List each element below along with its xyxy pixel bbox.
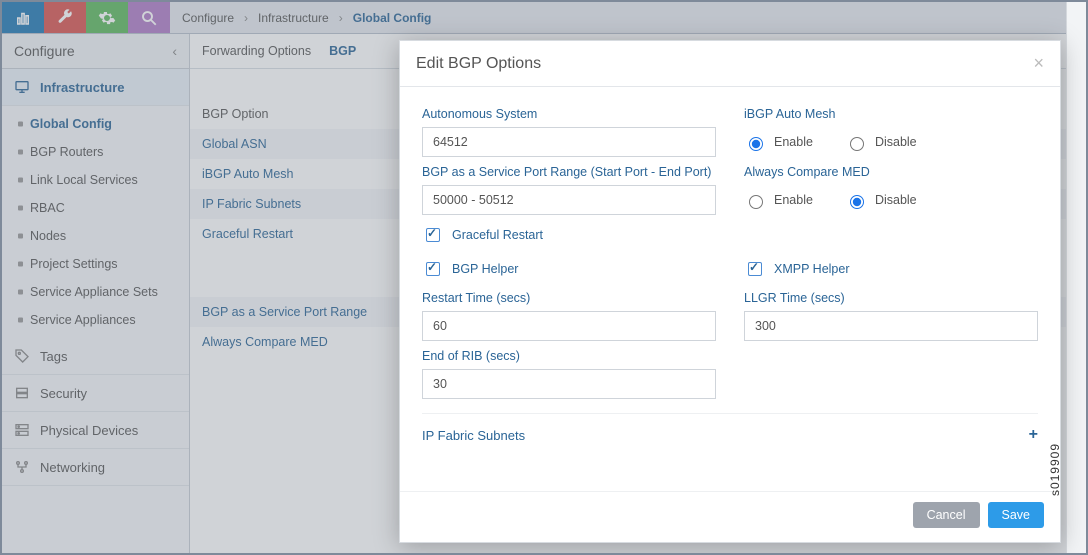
close-icon[interactable]: × (1033, 53, 1044, 74)
field-label: Always Compare MED (744, 165, 1038, 179)
port-range-input[interactable] (422, 185, 716, 215)
ibgp-disable-radio[interactable]: Disable (845, 134, 917, 151)
ip-fabric-subnets-section: IP Fabric Subnets + (422, 413, 1038, 452)
end-rib-input[interactable] (422, 369, 716, 399)
radio-label: Disable (875, 135, 917, 149)
field-label: BGP as a Service Port Range (Start Port … (422, 165, 716, 179)
ibgp-enable-radio[interactable]: Enable (744, 134, 813, 151)
field-label: Autonomous System (422, 107, 716, 121)
add-subnet-icon[interactable]: + (1029, 426, 1038, 444)
modal-body: Autonomous System iBGP Auto Mesh Enable … (400, 87, 1060, 491)
xmpp-helper-checkbox[interactable]: XMPP Helper (744, 259, 850, 279)
llgr-time-input[interactable] (744, 311, 1038, 341)
radio-label: Disable (875, 193, 917, 207)
checkbox-label: XMPP Helper (774, 262, 850, 276)
right-gutter (1066, 2, 1086, 553)
modal-title: Edit BGP Options (416, 55, 541, 73)
save-button[interactable]: Save (988, 502, 1045, 528)
med-disable-radio[interactable]: Disable (845, 192, 917, 209)
radio-label: Enable (774, 193, 813, 207)
image-id-tag: s019909 (1048, 443, 1062, 496)
med-enable-radio[interactable]: Enable (744, 192, 813, 209)
modal-header: Edit BGP Options × (400, 41, 1060, 87)
modal-footer: Cancel Save (400, 491, 1060, 542)
modal-edit-bgp-options: Edit BGP Options × Autonomous System iBG… (399, 40, 1061, 543)
graceful-restart-checkbox[interactable]: Graceful Restart (422, 225, 543, 245)
field-label: LLGR Time (secs) (744, 291, 1038, 305)
checkbox-label: BGP Helper (452, 262, 518, 276)
section-label: IP Fabric Subnets (422, 428, 525, 443)
field-label: End of RIB (secs) (422, 349, 716, 363)
restart-time-input[interactable] (422, 311, 716, 341)
autonomous-system-input[interactable] (422, 127, 716, 157)
bgp-helper-checkbox[interactable]: BGP Helper (422, 259, 518, 279)
cancel-button[interactable]: Cancel (913, 502, 980, 528)
radio-label: Enable (774, 135, 813, 149)
field-label: Restart Time (secs) (422, 291, 716, 305)
field-label: iBGP Auto Mesh (744, 107, 1038, 121)
checkbox-label: Graceful Restart (452, 228, 543, 242)
